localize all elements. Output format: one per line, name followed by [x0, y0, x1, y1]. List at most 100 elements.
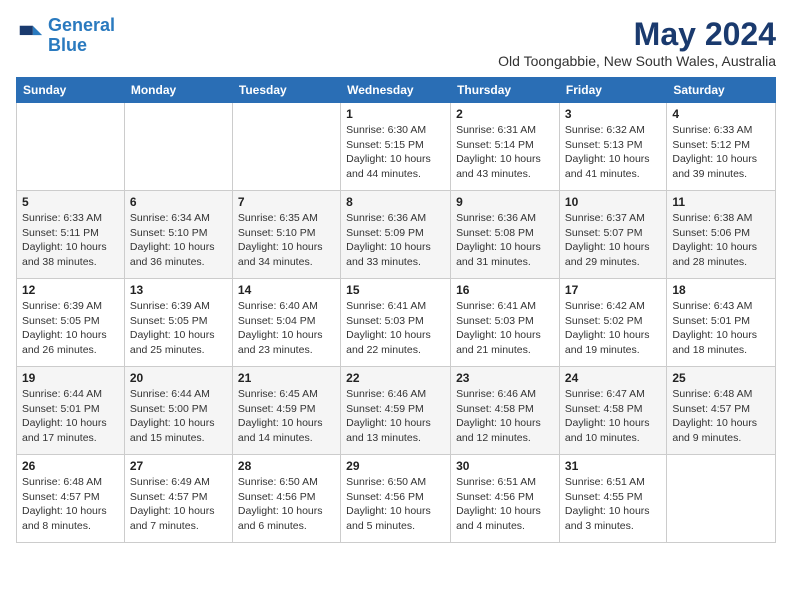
day-number: 9: [456, 195, 554, 209]
calendar-cell: 16 Sunrise: 6:41 AMSunset: 5:03 PMDayligh…: [451, 279, 560, 367]
logo-icon: [16, 22, 44, 50]
day-info: Sunrise: 6:37 AMSunset: 5:07 PMDaylight:…: [565, 211, 661, 270]
day-number: 27: [130, 459, 227, 473]
calendar-cell: 30 Sunrise: 6:51 AMSunset: 4:56 PMDayligh…: [451, 455, 560, 543]
day-info: Sunrise: 6:44 AMSunset: 5:01 PMDaylight:…: [22, 387, 119, 446]
day-info: Sunrise: 6:49 AMSunset: 4:57 PMDaylight:…: [130, 475, 227, 534]
day-info: Sunrise: 6:38 AMSunset: 5:06 PMDaylight:…: [672, 211, 770, 270]
calendar-cell: 5 Sunrise: 6:33 AMSunset: 5:11 PMDaylight…: [17, 191, 125, 279]
subtitle: Old Toongabbie, New South Wales, Austral…: [498, 53, 776, 69]
page-header: General Blue May 2024 Old Toongabbie, Ne…: [16, 16, 776, 69]
day-number: 23: [456, 371, 554, 385]
day-number: 22: [346, 371, 445, 385]
day-number: 8: [346, 195, 445, 209]
day-info: Sunrise: 6:36 AMSunset: 5:09 PMDaylight:…: [346, 211, 445, 270]
day-number: 13: [130, 283, 227, 297]
calendar-cell: 9 Sunrise: 6:36 AMSunset: 5:08 PMDaylight…: [451, 191, 560, 279]
calendar-cell: [232, 103, 340, 191]
logo: General Blue: [16, 16, 115, 56]
day-info: Sunrise: 6:33 AMSunset: 5:11 PMDaylight:…: [22, 211, 119, 270]
calendar-cell: 21 Sunrise: 6:45 AMSunset: 4:59 PMDayligh…: [232, 367, 340, 455]
week-row-1: 1 Sunrise: 6:30 AMSunset: 5:15 PMDaylight…: [17, 103, 776, 191]
day-number: 6: [130, 195, 227, 209]
day-info: Sunrise: 6:42 AMSunset: 5:02 PMDaylight:…: [565, 299, 661, 358]
day-info: Sunrise: 6:45 AMSunset: 4:59 PMDaylight:…: [238, 387, 335, 446]
day-number: 25: [672, 371, 770, 385]
day-info: Sunrise: 6:35 AMSunset: 5:10 PMDaylight:…: [238, 211, 335, 270]
day-number: 16: [456, 283, 554, 297]
calendar-cell: [667, 455, 776, 543]
day-number: 18: [672, 283, 770, 297]
day-number: 17: [565, 283, 661, 297]
calendar-cell: 24Sunrise: 6:47 AMSunset: 4:58 PMDayligh…: [559, 367, 666, 455]
calendar-cell: 14Sunrise: 6:40 AMSunset: 5:04 PMDayligh…: [232, 279, 340, 367]
logo-text: General Blue: [48, 16, 115, 56]
calendar-cell: 2 Sunrise: 6:31 AMSunset: 5:14 PMDaylight…: [451, 103, 560, 191]
day-info: Sunrise: 6:36 AMSunset: 5:08 PMDaylight:…: [456, 211, 554, 270]
day-info: Sunrise: 6:41 AMSunset: 5:03 PMDaylight:…: [456, 299, 554, 358]
day-number: 1: [346, 107, 445, 121]
calendar-cell: [17, 103, 125, 191]
calendar-cell: 31 Sunrise: 6:51 AMSunset: 4:55 PMDayligh…: [559, 455, 666, 543]
calendar-cell: 4Sunrise: 6:33 AMSunset: 5:12 PMDaylight…: [667, 103, 776, 191]
calendar-cell: 1 Sunrise: 6:30 AMSunset: 5:15 PMDaylight…: [341, 103, 451, 191]
logo-line2: Blue: [48, 35, 87, 55]
calendar-cell: 23 Sunrise: 6:46 AMSunset: 4:58 PMDayligh…: [451, 367, 560, 455]
calendar-cell: 10 Sunrise: 6:37 AMSunset: 5:07 PMDayligh…: [559, 191, 666, 279]
day-number: 29: [346, 459, 445, 473]
day-number: 19: [22, 371, 119, 385]
day-info: Sunrise: 6:51 AMSunset: 4:56 PMDaylight:…: [456, 475, 554, 534]
calendar-cell: 3 Sunrise: 6:32 AMSunset: 5:13 PMDaylight…: [559, 103, 666, 191]
day-number: 2: [456, 107, 554, 121]
day-header-tuesday: Tuesday: [232, 78, 340, 103]
week-row-5: 26Sunrise: 6:48 AMSunset: 4:57 PMDayligh…: [17, 455, 776, 543]
week-row-2: 5 Sunrise: 6:33 AMSunset: 5:11 PMDaylight…: [17, 191, 776, 279]
day-info: Sunrise: 6:31 AMSunset: 5:14 PMDaylight:…: [456, 123, 554, 182]
day-info: Sunrise: 6:46 AMSunset: 4:59 PMDaylight:…: [346, 387, 445, 446]
day-info: Sunrise: 6:30 AMSunset: 5:15 PMDaylight:…: [346, 123, 445, 182]
day-info: Sunrise: 6:51 AMSunset: 4:55 PMDaylight:…: [565, 475, 661, 534]
calendar-cell: 15Sunrise: 6:41 AMSunset: 5:03 PMDayligh…: [341, 279, 451, 367]
calendar-cell: 26Sunrise: 6:48 AMSunset: 4:57 PMDayligh…: [17, 455, 125, 543]
day-info: Sunrise: 6:46 AMSunset: 4:58 PMDaylight:…: [456, 387, 554, 446]
day-info: Sunrise: 6:39 AMSunset: 5:05 PMDaylight:…: [130, 299, 227, 358]
day-info: Sunrise: 6:32 AMSunset: 5:13 PMDaylight:…: [565, 123, 661, 182]
day-header-wednesday: Wednesday: [341, 78, 451, 103]
day-number: 5: [22, 195, 119, 209]
day-info: Sunrise: 6:48 AMSunset: 4:57 PMDaylight:…: [672, 387, 770, 446]
day-info: Sunrise: 6:47 AMSunset: 4:58 PMDaylight:…: [565, 387, 661, 446]
day-info: Sunrise: 6:34 AMSunset: 5:10 PMDaylight:…: [130, 211, 227, 270]
day-number: 14: [238, 283, 335, 297]
day-header-friday: Friday: [559, 78, 666, 103]
day-info: Sunrise: 6:43 AMSunset: 5:01 PMDaylight:…: [672, 299, 770, 358]
calendar-cell: 12Sunrise: 6:39 AMSunset: 5:05 PMDayligh…: [17, 279, 125, 367]
day-info: Sunrise: 6:50 AMSunset: 4:56 PMDaylight:…: [346, 475, 445, 534]
week-row-3: 12Sunrise: 6:39 AMSunset: 5:05 PMDayligh…: [17, 279, 776, 367]
day-number: 10: [565, 195, 661, 209]
main-title: May 2024: [498, 16, 776, 53]
day-header-monday: Monday: [124, 78, 232, 103]
day-number: 31: [565, 459, 661, 473]
day-header-thursday: Thursday: [451, 78, 560, 103]
calendar-cell: 19 Sunrise: 6:44 AMSunset: 5:01 PMDayligh…: [17, 367, 125, 455]
day-number: 30: [456, 459, 554, 473]
calendar-cell: 8 Sunrise: 6:36 AMSunset: 5:09 PMDaylight…: [341, 191, 451, 279]
logo-line1: General: [48, 15, 115, 35]
title-block: May 2024 Old Toongabbie, New South Wales…: [498, 16, 776, 69]
calendar-cell: 13 Sunrise: 6:39 AMSunset: 5:05 PMDayligh…: [124, 279, 232, 367]
calendar-cell: 18 Sunrise: 6:43 AMSunset: 5:01 PMDayligh…: [667, 279, 776, 367]
calendar-cell: [124, 103, 232, 191]
day-info: Sunrise: 6:50 AMSunset: 4:56 PMDaylight:…: [238, 475, 335, 534]
day-number: 21: [238, 371, 335, 385]
day-number: 26: [22, 459, 119, 473]
calendar-cell: 28Sunrise: 6:50 AMSunset: 4:56 PMDayligh…: [232, 455, 340, 543]
day-info: Sunrise: 6:44 AMSunset: 5:00 PMDaylight:…: [130, 387, 227, 446]
calendar-cell: 22 Sunrise: 6:46 AMSunset: 4:59 PMDayligh…: [341, 367, 451, 455]
calendar-cell: 11Sunrise: 6:38 AMSunset: 5:06 PMDayligh…: [667, 191, 776, 279]
day-number: 15: [346, 283, 445, 297]
day-header-saturday: Saturday: [667, 78, 776, 103]
week-row-4: 19 Sunrise: 6:44 AMSunset: 5:01 PMDayligh…: [17, 367, 776, 455]
calendar-table: SundayMondayTuesdayWednesdayThursdayFrid…: [16, 77, 776, 543]
day-number: 3: [565, 107, 661, 121]
day-info: Sunrise: 6:39 AMSunset: 5:05 PMDaylight:…: [22, 299, 119, 358]
